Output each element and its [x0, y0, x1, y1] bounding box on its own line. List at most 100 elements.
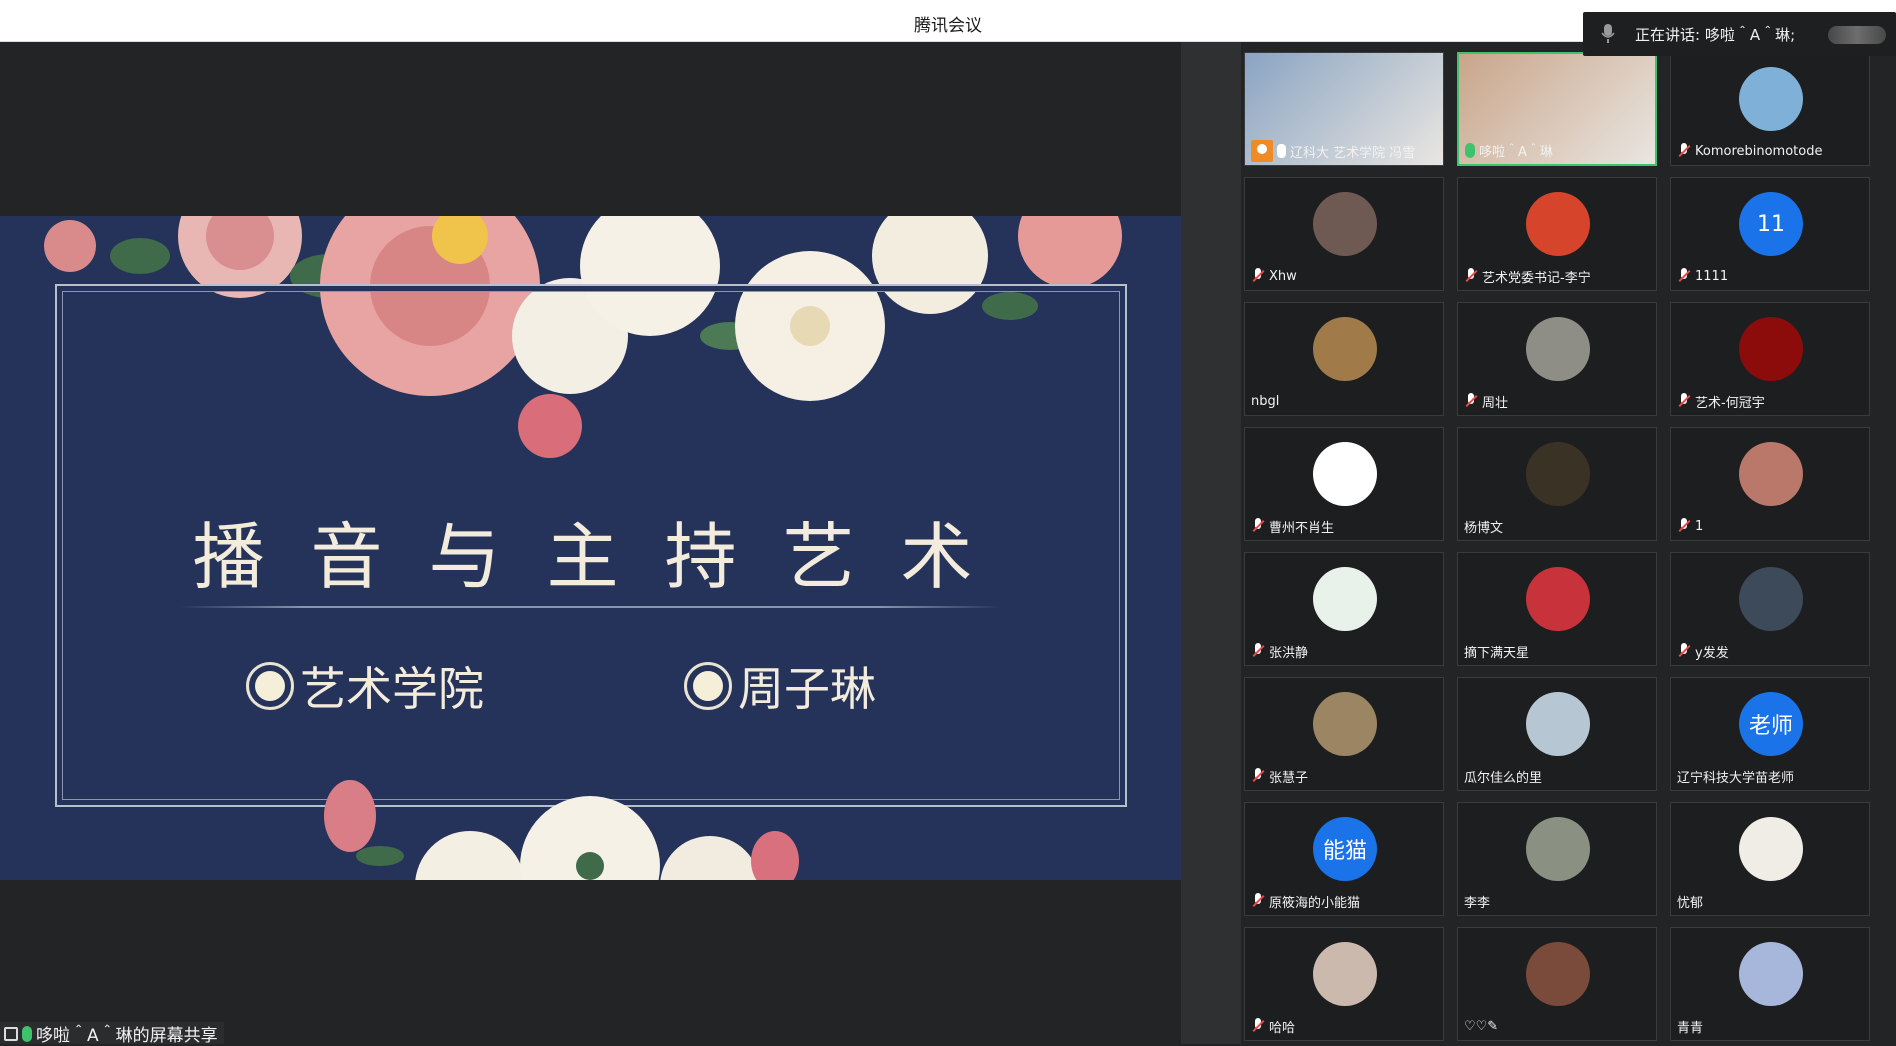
participant-avatar: [1739, 567, 1803, 631]
participant-tile[interactable]: 曹州不肖生: [1244, 427, 1444, 541]
participant-name: 张慧子: [1269, 770, 1309, 786]
participant-name-row: 1111: [1677, 267, 1728, 285]
divider-panel: [1181, 42, 1241, 1044]
participant-avatar: [1526, 692, 1590, 756]
participant-tile[interactable]: 艺术-何冠宇: [1670, 302, 1870, 416]
participant-name: 摘下满天星: [1464, 645, 1530, 661]
participant-tile[interactable]: 瓜尔佳么的里: [1457, 677, 1657, 791]
flower-decoration-bottom: [324, 780, 799, 880]
participant-tile[interactable]: 张洪静: [1244, 552, 1444, 666]
participant-name-row: 青青: [1677, 1017, 1704, 1036]
participant-name-row: 杨博文: [1464, 517, 1503, 536]
participant-avatar: 11: [1739, 192, 1803, 256]
participant-avatar: [1313, 317, 1377, 381]
participant-tile[interactable]: 哆啦＾A＾琳: [1457, 52, 1657, 166]
mic-muted-icon: [1251, 268, 1265, 284]
participant-tile[interactable]: y发发: [1670, 552, 1870, 666]
participant-tile[interactable]: 李李: [1457, 802, 1657, 916]
slide-item-label: 周子琳: [738, 662, 876, 716]
participant-tile[interactable]: nbgl: [1244, 302, 1444, 416]
participant-name-row: 艺术-何冠宇: [1677, 392, 1765, 411]
participant-name-row: Komorebinomotode: [1677, 142, 1822, 160]
mic-muted-icon: [1677, 393, 1691, 409]
participant-avatar: 能猫: [1313, 817, 1377, 881]
participant-name-row: 1: [1677, 517, 1703, 535]
participant-tile[interactable]: 周壮: [1457, 302, 1657, 416]
participant-name-row: 哈哈: [1251, 1017, 1296, 1036]
participant-avatar: [1526, 942, 1590, 1006]
microphone-icon: [1465, 142, 1475, 158]
participant-name: Xhw: [1269, 268, 1297, 284]
participant-avatar: [1739, 442, 1803, 506]
participant-tile[interactable]: 辽科大 艺术学院 冯雪: [1244, 52, 1444, 166]
participant-avatar: [1739, 317, 1803, 381]
participant-name-row: 张洪静: [1251, 642, 1309, 661]
participant-name: 张洪静: [1269, 645, 1309, 661]
screen-share-icon: [4, 1026, 18, 1041]
slide-divider: [180, 606, 1002, 608]
participant-name: y发发: [1695, 645, 1729, 661]
participant-name-row: 摘下满天星: [1464, 642, 1530, 661]
screen-share-caption: 哆啦＾A＾琳的屏幕共享: [0, 1022, 224, 1046]
mic-muted-icon: [1251, 768, 1265, 784]
participant-name: 周壮: [1482, 395, 1509, 411]
participant-name-row: 辽宁科技大学苗老师: [1677, 767, 1795, 786]
slide-item-label: 艺术学院: [300, 662, 484, 716]
participant-tile[interactable]: 1: [1670, 427, 1870, 541]
participant-name-row: 张慧子: [1251, 767, 1309, 786]
participant-avatar: [1313, 692, 1377, 756]
participant-avatar: [1313, 942, 1377, 1006]
slide-item-name: 周子琳: [684, 656, 876, 716]
participant-name-row: 忧郁: [1677, 892, 1703, 911]
participant-tile[interactable]: 老师 辽宁科技大学苗老师: [1670, 677, 1870, 791]
participant-tile[interactable]: 杨博文: [1457, 427, 1657, 541]
microphone-icon: [1277, 144, 1286, 158]
participant-tile[interactable]: ♡♡✎: [1457, 927, 1657, 1041]
participant-name: 1111: [1695, 268, 1729, 284]
bullet-icon: [246, 662, 294, 710]
participant-tile[interactable]: 11 1111: [1670, 177, 1870, 291]
mic-muted-icon: [1464, 268, 1478, 284]
participant-avatar: [1739, 817, 1803, 881]
participant-tile[interactable]: 摘下满天星: [1457, 552, 1657, 666]
participant-name: 辽宁科技大学苗老师: [1677, 770, 1795, 786]
participant-name: 青青: [1677, 1020, 1704, 1036]
participant-name-row: nbgl: [1251, 392, 1279, 410]
mic-muted-icon: [1677, 143, 1691, 159]
participant-name: 原筱海的小能猫: [1269, 895, 1361, 911]
participant-name: 辽科大 艺术学院 冯雪: [1290, 145, 1416, 161]
slide-headline: 播音与主持艺术: [192, 515, 1019, 599]
participant-name-row: 曹州不肖生: [1251, 517, 1334, 536]
participant-tile[interactable]: 张慧子: [1244, 677, 1444, 791]
participant-name: Komorebinomotode: [1695, 143, 1823, 159]
participant-tile[interactable]: 能猫原筱海的小能猫: [1244, 802, 1444, 916]
participant-tile[interactable]: Komorebinomotode: [1670, 52, 1870, 166]
microphone-icon: [22, 1025, 32, 1042]
participant-tile[interactable]: 哈哈: [1244, 927, 1444, 1041]
participant-name-row: y发发: [1677, 642, 1729, 661]
participant-name-row: 哆啦＾A＾琳: [1465, 141, 1553, 160]
mic-muted-icon: [1251, 893, 1265, 909]
slide-item-school: 艺术学院: [246, 656, 484, 716]
participant-tile[interactable]: 艺术党委书记-李宁: [1457, 177, 1657, 291]
participant-name: 李李: [1464, 895, 1491, 911]
participant-name-row: ♡♡✎: [1464, 1017, 1498, 1035]
participant-tile[interactable]: Xhw: [1244, 177, 1444, 291]
participant-avatar: [1313, 442, 1377, 506]
speaking-indicator: 正在讲话: 哆啦＾A＾琳;: [1583, 12, 1896, 56]
participant-name: 瓜尔佳么的里: [1464, 770, 1543, 786]
participant-avatar: [1526, 442, 1590, 506]
participant-name: 哈哈: [1269, 1020, 1296, 1036]
participant-avatar: [1313, 192, 1377, 256]
participant-name-row: 李李: [1464, 892, 1491, 911]
mic-muted-icon: [1251, 1018, 1265, 1034]
participant-tile[interactable]: 青青: [1670, 927, 1870, 1041]
participant-name: 1: [1695, 518, 1704, 534]
screen-share-area[interactable]: 播音与主持艺术 艺术学院 周子琳: [0, 42, 1181, 1044]
participant-name-row: Xhw: [1251, 267, 1297, 285]
participant-name: ♡♡✎: [1464, 1018, 1499, 1034]
host-badge-icon: [1251, 140, 1273, 162]
mic-muted-icon: [1251, 518, 1265, 534]
microphone-icon: [1601, 24, 1615, 43]
participant-tile[interactable]: 忧郁: [1670, 802, 1870, 916]
